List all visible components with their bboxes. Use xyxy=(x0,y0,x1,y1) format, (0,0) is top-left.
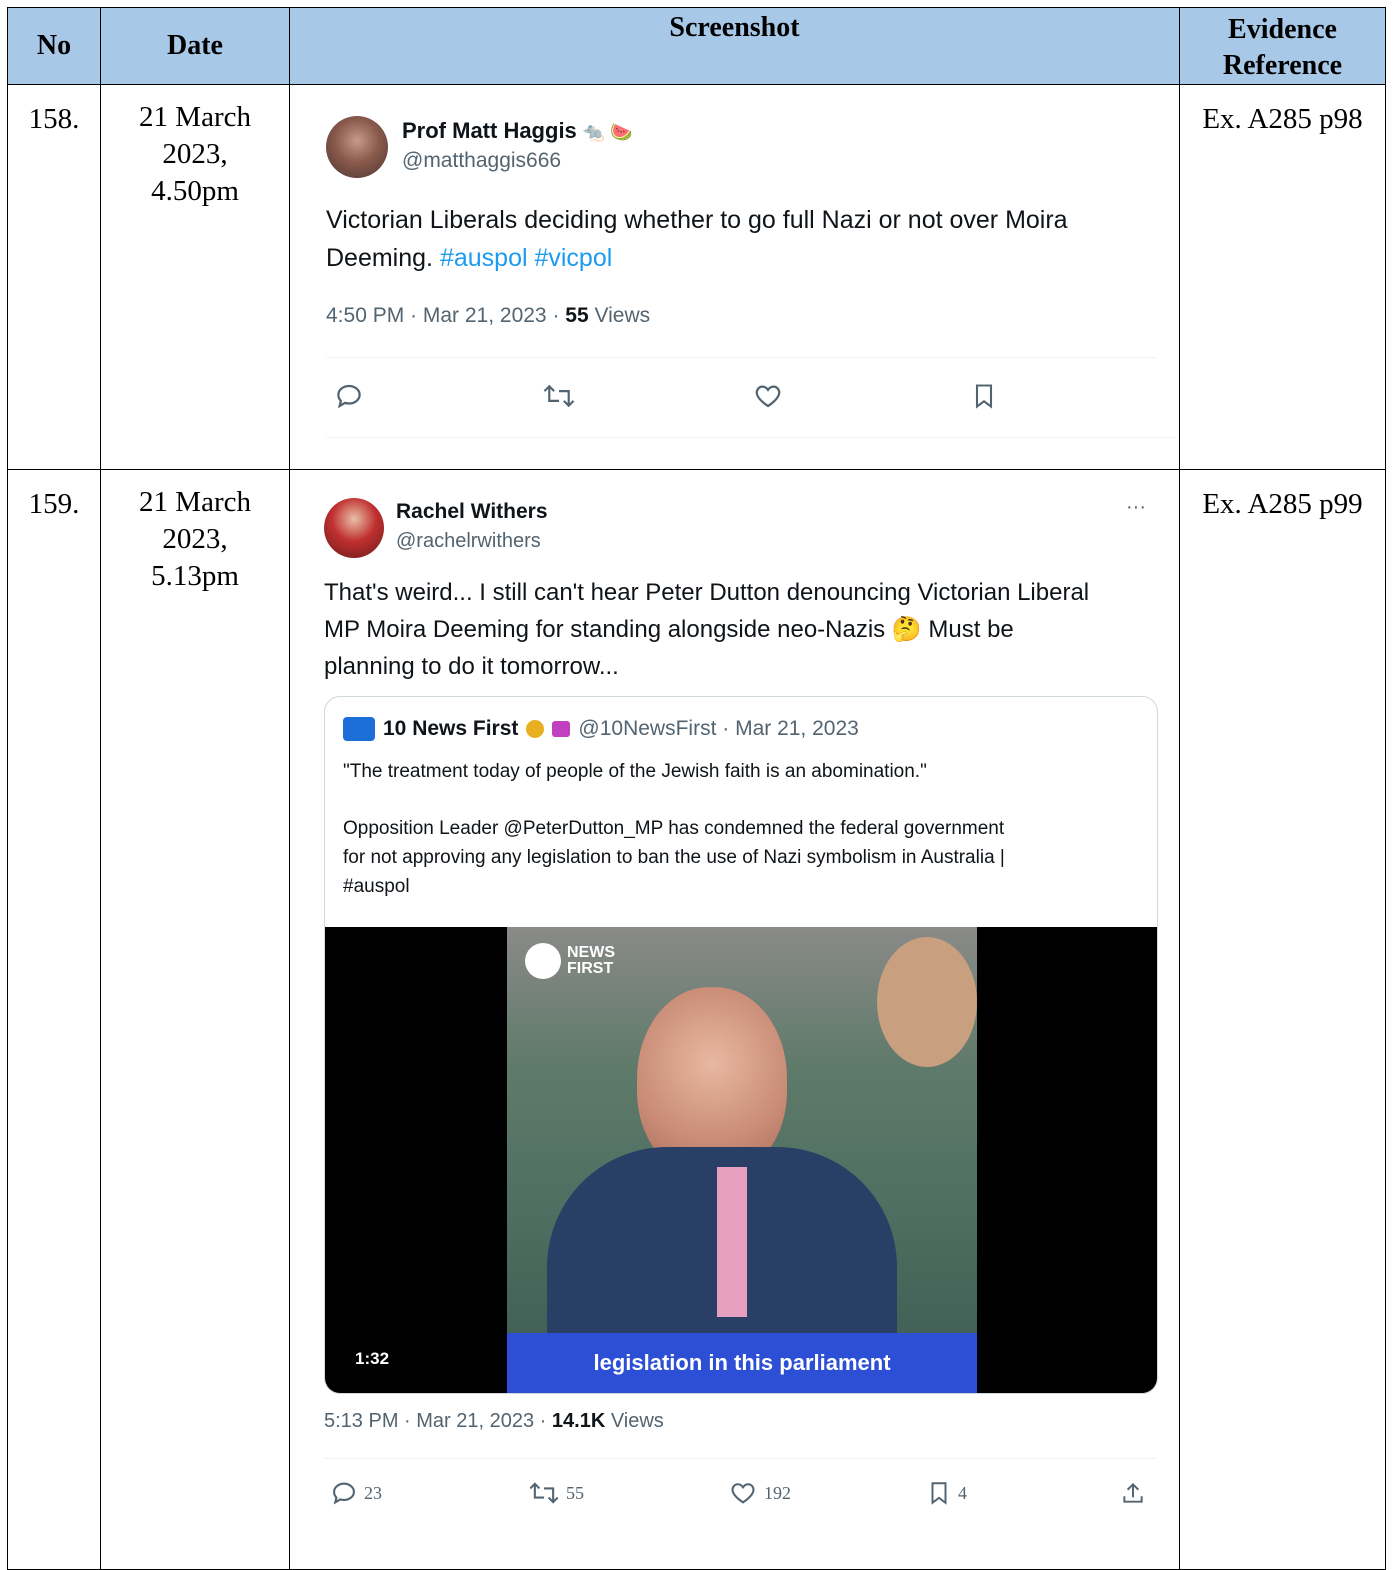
video-player[interactable]: NEWS FIRST legislation in this parliament… xyxy=(325,927,1157,1393)
quote-header: 10 News First @10NewsFirst · Mar 21, 202… xyxy=(343,717,859,741)
evidence-table: No Date Screenshot Evidence Reference 15… xyxy=(7,7,1386,1570)
affiliate-badge-icon xyxy=(552,721,571,737)
views-count: 55 xyxy=(565,304,589,327)
like-count: 192 xyxy=(764,1482,791,1503)
10-logo-icon xyxy=(525,943,561,979)
row-number: 159. xyxy=(7,469,101,1570)
video-caption-bar: legislation in this parliament xyxy=(507,1333,977,1393)
date-line: 2023, xyxy=(162,523,228,555)
quote-text-line: "The treatment today of people of the Je… xyxy=(343,761,927,782)
tweet-text: Victorian Liberals deciding whether to g… xyxy=(326,201,1156,277)
tweet-text-line: planning to do it tomorrow... xyxy=(324,653,619,680)
reply-icon xyxy=(333,1482,355,1505)
header-screenshot: Screenshot xyxy=(289,7,1180,85)
video-logo: NEWS FIRST xyxy=(525,943,615,979)
share-icon xyxy=(1123,1482,1143,1503)
tweet-text-line: That's weird... I still can't hear Peter… xyxy=(324,579,1090,606)
divider xyxy=(324,1458,1156,1459)
like-button[interactable]: 192 xyxy=(728,1479,791,1507)
bookmark-button[interactable] xyxy=(970,381,998,411)
tweet-timestamp[interactable]: 4:50 PM · Mar 21, 2023 · xyxy=(326,304,565,327)
retweet-icon xyxy=(529,1482,559,1504)
person-tie xyxy=(717,1167,747,1317)
tweet-author-name[interactable]: Rachel Withers xyxy=(396,500,548,524)
quoted-tweet[interactable]: 10 News First @10NewsFirst · Mar 21, 202… xyxy=(324,696,1158,1394)
tweet-text-body: Victorian Liberals deciding whether to g… xyxy=(326,206,1068,272)
author-name-text: Prof Matt Haggis xyxy=(402,118,577,143)
heart-icon xyxy=(731,1483,755,1504)
heart-icon xyxy=(755,385,781,408)
video-caption: legislation in this parliament xyxy=(593,1350,891,1375)
screenshot-cell: Prof Matt Haggis 🐀 🍉 @matthaggis666 Vict… xyxy=(289,84,1180,470)
video-frame: NEWS FIRST legislation in this parliament xyxy=(507,927,977,1393)
header-row: No Date Screenshot Evidence Reference xyxy=(7,7,1386,85)
row-date: 21 March 2023, 5.13pm xyxy=(100,469,290,1570)
reply-button[interactable]: 23 xyxy=(330,1479,382,1507)
quote-text-line: #auspol xyxy=(343,876,410,897)
tweet-handle[interactable]: @matthaggis666 xyxy=(402,149,561,173)
tweet-meta: 5:13 PM · Mar 21, 2023 · 14.1K Views xyxy=(324,1410,664,1433)
reply-icon xyxy=(337,384,361,409)
bookmark-button[interactable]: 4 xyxy=(926,1479,967,1507)
tweet-meta: 4:50 PM · Mar 21, 2023 · 55 Views xyxy=(326,304,650,328)
quote-text-line: Opposition Leader @PeterDutton_MP has co… xyxy=(343,818,1005,839)
tweet-text: That's weird... I still can't hear Peter… xyxy=(324,574,1174,685)
bookmark-icon xyxy=(931,1482,947,1505)
tweet-author-name[interactable]: Prof Matt Haggis 🐀 🍉 xyxy=(402,118,633,144)
divider xyxy=(326,437,1176,438)
date-line: 4.50pm xyxy=(151,175,239,207)
date-line: 2023, xyxy=(162,138,228,170)
author-emoji: 🐀 🍉 xyxy=(582,122,633,142)
screenshot-cell: Rachel Withers @rachelrwithers ··· That'… xyxy=(289,469,1180,1570)
table-row: 158. 21 March 2023, 4.50pm Prof Matt Hag… xyxy=(7,84,1386,470)
video-duration: 1:32 xyxy=(355,1349,390,1368)
retweet-count: 55 xyxy=(566,1482,584,1503)
verified-badge-icon xyxy=(526,720,545,738)
avatar[interactable] xyxy=(324,498,384,558)
person-background-right xyxy=(877,937,977,1067)
date-line: 21 March xyxy=(139,101,251,133)
date-line: 5.13pm xyxy=(151,560,239,592)
quote-text: "The treatment today of people of the Je… xyxy=(343,757,1143,901)
header-date: Date xyxy=(100,7,290,85)
quote-text-line: for not approving any legislation to ban… xyxy=(343,847,1005,868)
reply-button[interactable] xyxy=(334,381,364,411)
row-date: 21 March 2023, 4.50pm xyxy=(100,84,290,470)
views-label: Views xyxy=(605,1410,664,1432)
tweet-timestamp[interactable]: 5:13 PM · Mar 21, 2023 · xyxy=(324,1410,552,1432)
tweet-text-line: MP Moira Deeming for standing alongside … xyxy=(324,616,1014,643)
quote-handle-date: @10NewsFirst · Mar 21, 2023 xyxy=(578,717,859,740)
views-label: Views xyxy=(588,304,651,327)
bookmark-count: 4 xyxy=(958,1482,967,1503)
header-no: No xyxy=(7,7,101,85)
bookmark-icon xyxy=(975,384,993,409)
retweet-button[interactable]: 55 xyxy=(528,1479,584,1507)
tweet-handle[interactable]: @rachelrwithers xyxy=(396,530,541,553)
header-evidence-line1: Evidence xyxy=(1228,14,1337,45)
reply-count: 23 xyxy=(364,1482,382,1503)
row-number: 158. xyxy=(7,84,101,470)
evidence-reference: Ex. A285 p99 xyxy=(1179,469,1386,1570)
date-line: 21 March xyxy=(139,486,251,518)
share-button[interactable] xyxy=(1120,1479,1146,1507)
header-evidence-line2: Reference xyxy=(1222,50,1343,81)
divider xyxy=(326,357,1156,358)
views-count: 14.1K xyxy=(551,1410,606,1432)
more-options-icon[interactable]: ··· xyxy=(1126,496,1146,519)
video-logo-text: NEWS xyxy=(567,944,615,961)
table-row: 159. 21 March 2023, 5.13pm Rachel Wither… xyxy=(7,469,1386,1570)
video-logo-text: FIRST xyxy=(567,960,614,977)
quote-author-name: 10 News First xyxy=(383,717,519,740)
10-news-logo-icon xyxy=(343,717,375,741)
retweet-button[interactable] xyxy=(542,381,576,411)
retweet-icon xyxy=(543,384,575,408)
header-evidence-reference: Evidence Reference xyxy=(1179,7,1386,85)
avatar[interactable] xyxy=(326,116,388,178)
like-button[interactable] xyxy=(752,381,784,411)
evidence-reference: Ex. A285 p98 xyxy=(1179,84,1386,470)
tweet-hashtags[interactable]: #auspol #vicpol xyxy=(440,244,612,272)
